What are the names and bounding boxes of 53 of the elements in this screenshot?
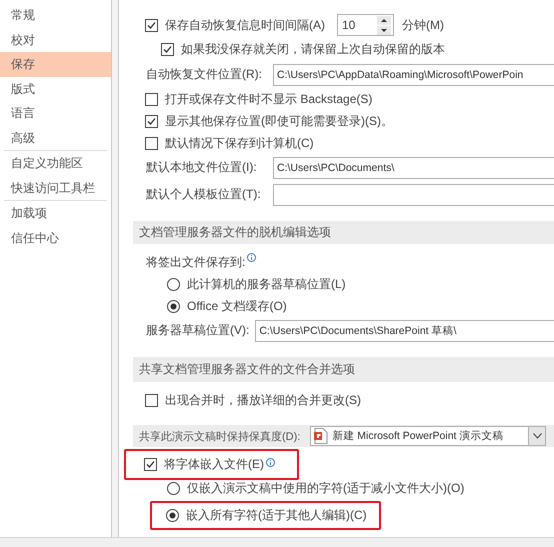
sidebar-item[interactable]: 校对 bbox=[0, 28, 111, 52]
path-field[interactable]: C:\Users\PC\Documents\SharePoint 草稿\ bbox=[255, 320, 554, 342]
section-header: 文档管理服务器文件的脱机编辑选项 bbox=[133, 221, 554, 244]
checkbox[interactable] bbox=[145, 114, 158, 128]
section-header: 共享文档管理服务器文件的文件合并选项 bbox=[133, 357, 554, 382]
dropdown-label: 共享此演示文稿时保持保真度(D): bbox=[139, 430, 300, 444]
sidebar-item[interactable]: 版式 bbox=[0, 76, 111, 101]
radio-button[interactable] bbox=[167, 278, 180, 290]
document-icon bbox=[314, 428, 328, 444]
spin-up-icon[interactable] bbox=[377, 16, 391, 24]
path-field[interactable]: C:\Users\PC\AppData\Roaming\Microsoft\PowerPoin bbox=[273, 64, 554, 86]
checkbox-label: 保存自动恢复信息时间间隔(A) bbox=[165, 16, 325, 34]
field-label: 默认本地文件位置(I): bbox=[146, 159, 258, 176]
radio-button[interactable] bbox=[166, 508, 179, 522]
checkbox[interactable] bbox=[145, 136, 158, 150]
path-field[interactable] bbox=[273, 184, 554, 206]
dropdown-caret-icon[interactable] bbox=[528, 427, 546, 445]
sidebar-item[interactable]: 信任中心 bbox=[0, 226, 111, 250]
sidebar-item[interactable]: 自定义功能区 bbox=[0, 151, 111, 176]
radio-label: 仅嵌入演示文稿中使用的字符(适于减小文件大小)(O) bbox=[187, 480, 464, 496]
field-label: 默认个人模板位置(T): bbox=[146, 186, 262, 203]
checkbox[interactable] bbox=[145, 18, 158, 32]
file-dropdown[interactable]: 新建 Microsoft PowerPoint 演示文稿 bbox=[310, 426, 546, 446]
checkbox-label: 出现合并时，播放详细的合并更改(S) bbox=[165, 392, 361, 408]
checkbox-label: 默认情况下保存到计算机(C) bbox=[165, 134, 314, 152]
checkbox-label: 显示其他保存位置(即使可能需要登录)(S)。 bbox=[165, 112, 393, 130]
checkbox[interactable] bbox=[144, 458, 157, 470]
spin-down-icon[interactable] bbox=[377, 26, 391, 34]
checkbox[interactable] bbox=[145, 394, 158, 406]
sidebar-item[interactable]: 常规 bbox=[0, 3, 111, 28]
option-label: 将签出文件保存到: bbox=[146, 254, 246, 270]
sidebar-item[interactable]: 语言 bbox=[0, 101, 111, 126]
spinner-value: 10 bbox=[342, 18, 356, 32]
sidebar-item[interactable]: 加载项 bbox=[0, 201, 111, 226]
dropdown-value: 新建 Microsoft PowerPoint 演示文稿 bbox=[332, 429, 504, 443]
radio-label: 此计算机的服务器草稿位置(L) bbox=[187, 276, 346, 292]
checkbox-label: 打开或保存文件时不显示 Backstage(S) bbox=[165, 90, 372, 108]
number-spinner[interactable]: 10 bbox=[337, 14, 394, 36]
checkbox-label: 将字体嵌入文件(E) bbox=[164, 456, 264, 472]
checkbox-label: 如果我没保存就关闭，请保留上次自动保留的版本 bbox=[181, 40, 445, 58]
path-field[interactable]: C:\Users\PC\Documents\ bbox=[273, 156, 554, 178]
radio-button[interactable] bbox=[167, 300, 180, 312]
radio-button[interactable] bbox=[167, 482, 180, 494]
sidebar-item[interactable]: 高级 bbox=[0, 126, 111, 150]
sidebar-item[interactable]: 快速访问工具栏 bbox=[0, 176, 111, 200]
radio-label: Office 文档缓存(O) bbox=[187, 298, 287, 314]
field-label: 自动恢复文件位置(R): bbox=[146, 66, 263, 83]
unit-label: 分钟(M) bbox=[402, 16, 444, 34]
sidebar-item[interactable]: 保存 bbox=[0, 52, 111, 76]
checkbox[interactable] bbox=[161, 42, 174, 56]
radio-label: 嵌入所有字符(适于其他人编辑)(C) bbox=[186, 506, 367, 524]
checkbox[interactable] bbox=[145, 92, 158, 106]
field-label: 服务器草稿位置(V): bbox=[146, 322, 250, 339]
